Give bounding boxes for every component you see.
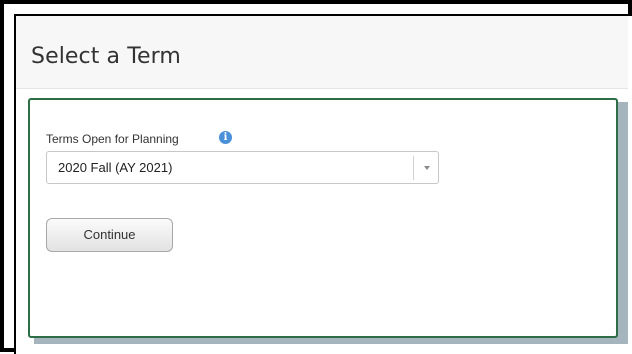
page-header: Select a Term	[16, 16, 628, 89]
continue-button[interactable]: Continue	[46, 218, 173, 252]
terms-open-label: Terms Open for Planning	[46, 132, 179, 146]
info-icon[interactable]: i	[219, 131, 232, 144]
select-divider	[413, 156, 414, 180]
chevron-down-icon	[424, 166, 430, 170]
term-select-value: 2020 Fall (AY 2021)	[58, 160, 173, 175]
page-title: Select a Term	[31, 44, 181, 69]
term-select[interactable]: 2020 Fall (AY 2021)	[46, 151, 439, 184]
